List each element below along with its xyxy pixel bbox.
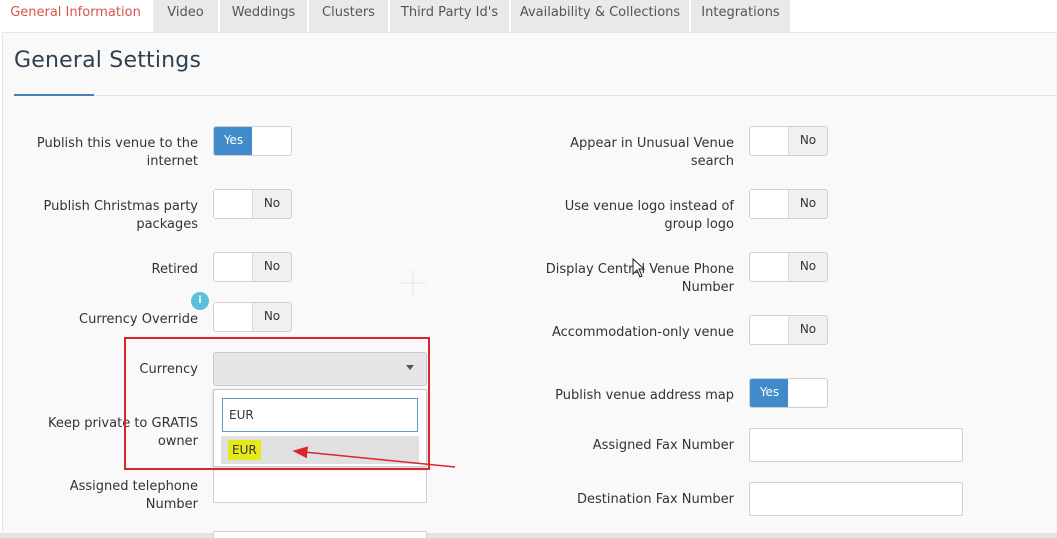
label-publish-internet: Publish this venue to the internet <box>36 136 198 169</box>
toggle-blank <box>750 316 789 344</box>
tab-availability-collections[interactable]: Availability & Collections <box>511 0 690 32</box>
toggle-no: No <box>788 316 827 344</box>
assigned-fax-input[interactable] <box>749 428 963 462</box>
page-title: General Settings <box>14 48 202 73</box>
toggle-no: No <box>788 127 827 155</box>
label-currency: Currency <box>139 362 198 377</box>
toggle-blank <box>214 303 253 331</box>
crosshair-cursor-icon <box>400 270 426 296</box>
tab-third-party-ids[interactable]: Third Party Id's <box>390 0 510 32</box>
toggle-central-phone[interactable]: No <box>749 252 828 282</box>
label-publish-christmas: Publish Christmas party packages <box>43 199 198 232</box>
tab-integrations[interactable]: Integrations <box>691 0 791 32</box>
mouse-pointer-icon <box>632 258 646 278</box>
next-field-input[interactable] <box>213 531 427 538</box>
destination-fax-input[interactable] <box>749 482 963 516</box>
currency-select[interactable] <box>213 352 427 386</box>
toggle-publish-internet[interactable]: Yes <box>213 126 292 156</box>
toggle-yes: Yes <box>214 127 253 155</box>
title-divider <box>14 95 1057 96</box>
toggle-no: No <box>252 190 291 218</box>
label-destination-fax: Destination Fax Number <box>576 492 734 507</box>
toggle-no: No <box>788 190 827 218</box>
toggle-retired[interactable]: No <box>213 252 292 282</box>
toggle-no: No <box>788 253 827 281</box>
toggle-unusual-venue[interactable]: No <box>749 126 828 156</box>
panel-bottom-edge <box>0 533 1057 538</box>
tab-weddings[interactable]: Weddings <box>220 0 308 32</box>
title-accent-line <box>14 94 94 96</box>
toggle-blank <box>214 190 253 218</box>
toggle-blank <box>214 253 253 281</box>
toggle-yes: Yes <box>750 379 789 407</box>
label-assigned-fax: Assigned Fax Number <box>592 438 734 453</box>
toggle-venue-logo[interactable]: No <box>749 189 828 219</box>
tab-video[interactable]: Video <box>153 0 219 32</box>
assigned-telephone-input[interactable] <box>213 469 427 503</box>
label-address-map: Publish venue address map <box>555 388 734 403</box>
tab-bar: General Information Video Weddings Clust… <box>0 0 1057 32</box>
label-currency-override: Currency Override <box>79 312 198 327</box>
tab-general-information[interactable]: General Information <box>0 0 152 32</box>
toggle-accommodation-only[interactable]: No <box>749 315 828 345</box>
label-unusual-venue: Appear in Unusual Venue search <box>570 136 734 169</box>
toggle-no: No <box>252 303 291 331</box>
currency-option-eur[interactable]: EUR <box>228 440 261 460</box>
toggle-no: No <box>252 253 291 281</box>
toggle-blank <box>750 127 789 155</box>
currency-search-input[interactable]: EUR <box>222 398 418 432</box>
chevron-down-icon <box>406 365 414 370</box>
tab-clusters[interactable]: Clusters <box>309 0 389 32</box>
toggle-blank <box>750 190 789 218</box>
toggle-blank <box>750 253 789 281</box>
info-icon[interactable]: i <box>191 292 209 310</box>
label-venue-logo: Use venue logo instead of group logo <box>564 199 734 232</box>
label-assigned-telephone: Assigned telephone Number <box>69 479 198 512</box>
toggle-publish-christmas[interactable]: No <box>213 189 292 219</box>
toggle-blank <box>788 379 827 407</box>
label-retired: Retired <box>151 262 198 277</box>
label-accommodation-only: Accommodation-only venue <box>551 325 734 340</box>
toggle-blank <box>252 127 291 155</box>
toggle-address-map[interactable]: Yes <box>749 378 828 408</box>
toggle-currency-override[interactable]: No <box>213 302 292 332</box>
label-keep-private: Keep private to GRATIS owner <box>47 416 198 449</box>
